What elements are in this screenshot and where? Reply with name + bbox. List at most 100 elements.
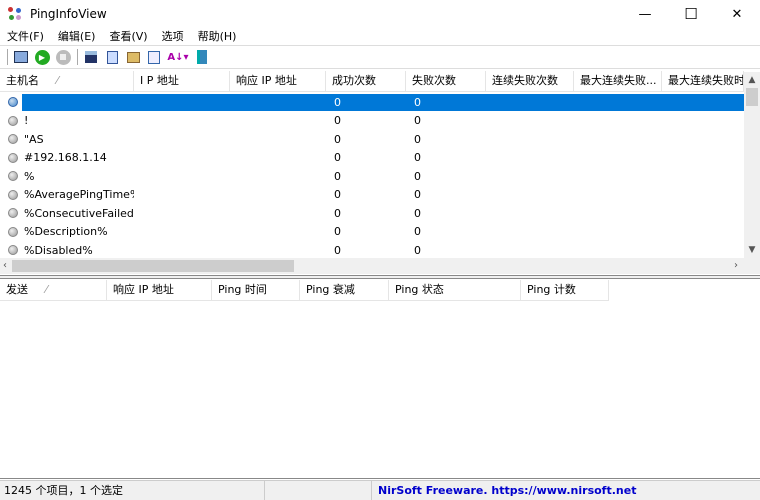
col-host[interactable]: 主机名 ⁄ — [0, 71, 134, 91]
status-dot-icon — [8, 189, 18, 200]
hosts-list[interactable]: 主机名 ⁄ I P 地址 响应 IP 地址 成功次数 失败次数 连续失败次数 最… — [0, 71, 760, 258]
status-dot-icon — [8, 134, 18, 145]
scroll-right-icon[interactable]: › — [734, 258, 738, 274]
col-consecutive-fail[interactable]: 连续失败次数 — [486, 71, 574, 91]
host-cell: %Disabled% — [24, 243, 93, 257]
hosts-list-header: 主机名 ⁄ I P 地址 响应 IP 地址 成功次数 失败次数 连续失败次数 最… — [0, 71, 744, 92]
host-row[interactable]: %Description% 0 0 — [0, 223, 744, 242]
col-ping-time[interactable]: Ping 时间 — [212, 280, 300, 300]
success-cell: 0 — [334, 151, 341, 165]
menu-edit[interactable]: 编辑(E) — [51, 28, 103, 45]
col-ip[interactable]: I P 地址 — [134, 71, 230, 91]
col-ping-ttl[interactable]: Ping 衰减 — [300, 280, 389, 300]
nirsoft-link[interactable]: NirSoft Freeware. https://www.nirsoft.ne… — [372, 481, 760, 500]
fail-cell: 0 — [414, 151, 421, 165]
status-item-count: 1245 个项目，1 个选定 — [0, 481, 265, 500]
menu-file[interactable]: 文件(F) — [0, 28, 51, 45]
scroll-thumb[interactable] — [746, 88, 758, 106]
splitter[interactable] — [0, 275, 760, 279]
status-dot-icon — [8, 97, 18, 108]
fail-cell: 0 — [414, 169, 421, 183]
success-cell: 0 — [334, 188, 341, 202]
fail-cell: 0 — [414, 188, 421, 202]
scroll-up-icon[interactable]: ▲ — [744, 72, 760, 88]
status-dot-icon — [8, 171, 18, 182]
col-success[interactable]: 成功次数 — [326, 71, 406, 91]
success-cell: 0 — [334, 243, 341, 257]
copy-icon[interactable] — [102, 47, 122, 67]
sort-indicator-icon: ⁄ — [56, 74, 59, 87]
menu-options[interactable]: 选项 — [155, 28, 191, 45]
success-cell: 0 — [334, 206, 341, 220]
col-fail[interactable]: 失败次数 — [406, 71, 486, 91]
status-dot-icon — [8, 115, 18, 126]
sort-indicator-icon: ⁄ — [45, 283, 48, 296]
vertical-scrollbar[interactable]: ▲ ▼ — [744, 72, 760, 258]
col-ping-status[interactable]: Ping 状态 — [389, 280, 521, 300]
toolbar-separator — [77, 49, 78, 65]
fail-cell: 0 — [414, 206, 421, 220]
start-icon[interactable]: ▶ — [32, 47, 52, 67]
host-row[interactable]: %AveragePingTime% 0 0 — [0, 186, 744, 205]
menu-bar: 文件(F) 编辑(E) 查看(V) 选项 帮助(H) — [0, 28, 243, 45]
col-sent[interactable]: 发送 ⁄ — [0, 280, 107, 300]
host-cell: ! — [24, 114, 29, 128]
title-bar: PingInfoView — ☐ ✕ — [0, 0, 760, 28]
host-row[interactable]: % 0 0 — [0, 167, 744, 186]
toolbar-grip — [7, 49, 8, 65]
status-dot-icon — [8, 208, 18, 219]
host-row[interactable]: %ConsecutiveFailed... 0 0 — [0, 204, 744, 223]
exit-icon[interactable] — [192, 47, 212, 67]
ping-history-header: 发送 ⁄ 响应 IP 地址 Ping 时间 Ping 衰减 Ping 状态 Pi… — [0, 280, 609, 301]
toolbar: ▶ A↓▾ — [0, 45, 760, 69]
col-ping-count[interactable]: Ping 计数 — [521, 280, 609, 300]
app-icon — [8, 7, 22, 21]
success-cell: 0 — [334, 95, 341, 109]
col-reply-ip[interactable]: 响应 IP 地址 — [107, 280, 212, 300]
host-row[interactable]: ! 0 0 — [0, 112, 744, 131]
maximize-button[interactable]: ☐ — [668, 0, 714, 28]
status-empty — [265, 481, 372, 500]
save-icon[interactable] — [81, 47, 101, 67]
fail-cell: 0 — [414, 114, 421, 128]
host-cell: % — [24, 169, 35, 183]
horizontal-scrollbar[interactable]: ‹ › — [0, 258, 760, 274]
success-cell: 0 — [334, 169, 341, 183]
fail-cell: 0 — [414, 225, 421, 239]
status-bar: 1245 个项目，1 个选定 NirSoft Freeware. https:/… — [0, 480, 760, 500]
html-report-icon[interactable] — [123, 47, 143, 67]
status-dot-icon — [8, 152, 18, 163]
col-max-consecutive-fail-time[interactable]: 最大连续失败时 — [662, 71, 744, 91]
fail-cell: 0 — [414, 95, 421, 109]
col-max-consecutive-fail[interactable]: 最大连续失败... — [574, 71, 662, 91]
success-cell: 0 — [334, 132, 341, 146]
hscroll-thumb[interactable] — [12, 260, 294, 272]
sort-icon[interactable]: A↓▾ — [165, 47, 191, 67]
ping-history-list[interactable]: 发送 ⁄ 响应 IP 地址 Ping 时间 Ping 衰减 Ping 状态 Pi… — [0, 280, 760, 479]
fail-cell: 0 — [414, 132, 421, 146]
find-icon[interactable] — [144, 47, 164, 67]
success-cell: 0 — [334, 114, 341, 128]
success-cell: 0 — [334, 225, 341, 239]
host-row[interactable]: #192.168.1.14 0 0 — [0, 149, 744, 168]
host-row[interactable]: "AS 0 0 — [0, 130, 744, 149]
menu-help[interactable]: 帮助(H) — [191, 28, 244, 45]
properties-icon[interactable] — [11, 47, 31, 67]
minimize-button[interactable]: — — [622, 0, 668, 28]
fail-cell: 0 — [414, 243, 421, 257]
stop-icon[interactable] — [53, 47, 73, 67]
menu-view[interactable]: 查看(V) — [102, 28, 154, 45]
host-cell: %Description% — [24, 225, 108, 239]
host-row[interactable]: 00 — [0, 93, 744, 112]
status-dot-icon — [8, 226, 18, 237]
scroll-down-icon[interactable]: ▼ — [744, 242, 760, 258]
status-dot-icon — [8, 245, 18, 256]
host-cell: %AveragePingTime% — [24, 188, 134, 202]
col-reply-ip[interactable]: 响应 IP 地址 — [230, 71, 326, 91]
scroll-left-icon[interactable]: ‹ — [3, 258, 7, 274]
host-row[interactable]: %Disabled% 0 0 — [0, 241, 744, 260]
close-button[interactable]: ✕ — [714, 0, 760, 28]
host-cell: "AS — [24, 132, 44, 146]
host-cell: #192.168.1.14 — [24, 151, 107, 165]
host-cell: %ConsecutiveFailed... — [24, 206, 134, 220]
